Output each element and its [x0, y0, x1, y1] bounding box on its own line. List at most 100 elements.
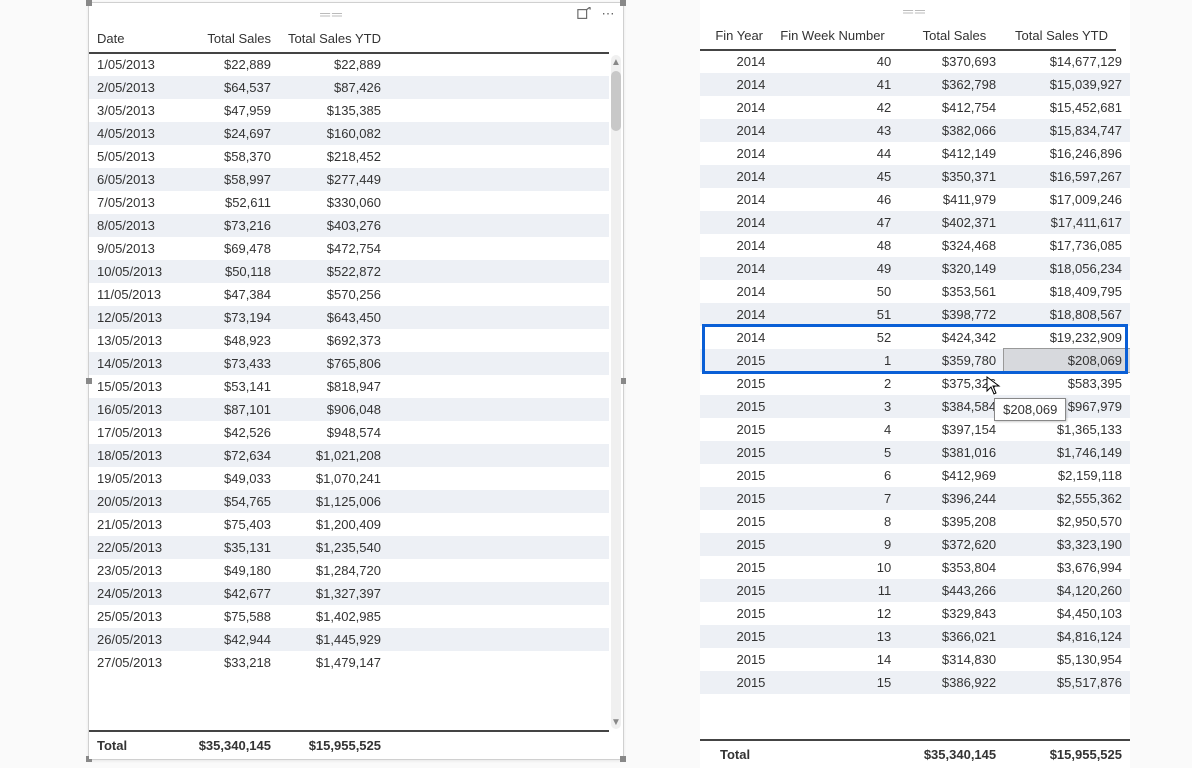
cell-sales[interactable]: $359,780 — [899, 349, 1004, 372]
table-row[interactable]: 2/05/2013$64,537$87,426 — [89, 76, 609, 99]
cell-ytd[interactable]: $17,736,085 — [1004, 234, 1130, 257]
cell-date[interactable]: 13/05/2013 — [89, 329, 179, 352]
cell-fin-year[interactable]: 2015 — [700, 372, 773, 395]
cell-sales[interactable]: $314,830 — [899, 648, 1004, 671]
focus-mode-icon[interactable] — [575, 5, 593, 23]
cell-date[interactable]: 24/05/2013 — [89, 582, 179, 605]
table-row[interactable]: 20156$412,969$2,159,118 — [700, 464, 1130, 487]
cell-fin-year[interactable]: 2015 — [700, 648, 773, 671]
cell-ytd[interactable]: $583,395 — [1004, 372, 1130, 395]
cell-fin-year[interactable]: 2015 — [700, 625, 773, 648]
cell-ytd[interactable]: $87,426 — [279, 76, 389, 99]
cell-fin-week[interactable]: 15 — [773, 671, 899, 694]
cell-sales[interactable]: $52,611 — [179, 191, 279, 214]
cell-date[interactable]: 21/05/2013 — [89, 513, 179, 536]
cell-sales[interactable]: $384,584 — [899, 395, 1004, 418]
cell-fin-year[interactable]: 2014 — [700, 303, 773, 326]
cell-ytd[interactable]: $403,276 — [279, 214, 389, 237]
cell-sales[interactable]: $353,561 — [899, 280, 1004, 303]
cell-sales[interactable]: $73,216 — [179, 214, 279, 237]
cell-fin-year[interactable]: 2015 — [700, 418, 773, 441]
cell-date[interactable]: 19/05/2013 — [89, 467, 179, 490]
cell-sales[interactable]: $386,922 — [899, 671, 1004, 694]
cell-fin-week[interactable]: 46 — [773, 188, 899, 211]
cell-fin-week[interactable]: 13 — [773, 625, 899, 648]
cell-sales[interactable]: $412,969 — [899, 464, 1004, 487]
cell-sales[interactable]: $69,478 — [179, 237, 279, 260]
cell-fin-year[interactable]: 2015 — [700, 533, 773, 556]
cell-date[interactable]: 2/05/2013 — [89, 76, 179, 99]
cell-sales[interactable]: $412,754 — [899, 96, 1004, 119]
table-row[interactable]: 201512$329,843$4,450,103 — [700, 602, 1130, 625]
cell-sales[interactable]: $54,765 — [179, 490, 279, 513]
table-row[interactable]: 201514$314,830$5,130,954 — [700, 648, 1130, 671]
cell-fin-week[interactable]: 10 — [773, 556, 899, 579]
cell-fin-year[interactable]: 2015 — [700, 395, 773, 418]
cell-ytd[interactable]: $277,449 — [279, 168, 389, 191]
cell-sales[interactable]: $42,677 — [179, 582, 279, 605]
cell-date[interactable]: 5/05/2013 — [89, 145, 179, 168]
cell-sales[interactable]: $75,403 — [179, 513, 279, 536]
cell-fin-week[interactable]: 5 — [773, 441, 899, 464]
cell-fin-week[interactable]: 49 — [773, 257, 899, 280]
col-header-fin-week[interactable]: Fin Week Number — [771, 22, 893, 50]
cell-fin-year[interactable]: 2015 — [700, 441, 773, 464]
cell-fin-week[interactable]: 12 — [773, 602, 899, 625]
cell-fin-year[interactable]: 2014 — [700, 73, 773, 96]
cell-fin-year[interactable]: 2014 — [700, 257, 773, 280]
cell-fin-year[interactable]: 2015 — [700, 671, 773, 694]
cell-ytd[interactable]: $17,411,617 — [1004, 211, 1130, 234]
table-row[interactable]: 20155$381,016$1,746,149 — [700, 441, 1130, 464]
cell-ytd[interactable]: $765,806 — [279, 352, 389, 375]
cell-ytd[interactable]: $18,056,234 — [1004, 257, 1130, 280]
table-row[interactable]: 20152$375,326$583,395 — [700, 372, 1130, 395]
cell-ytd[interactable]: $4,120,260 — [1004, 579, 1130, 602]
cell-sales[interactable]: $58,370 — [179, 145, 279, 168]
cell-fin-week[interactable]: 42 — [773, 96, 899, 119]
cell-fin-year[interactable]: 2014 — [700, 234, 773, 257]
cell-ytd[interactable]: $570,256 — [279, 283, 389, 306]
cell-ytd[interactable]: $15,039,927 — [1004, 73, 1130, 96]
table-visual-weekly[interactable]: ══ Fin Year Fin Week Number Total Sales … — [700, 0, 1130, 768]
cell-ytd[interactable]: $1,200,409 — [279, 513, 389, 536]
table-row[interactable]: 20157$396,244$2,555,362 — [700, 487, 1130, 510]
col-header-total-sales-ytd[interactable]: Total Sales YTD — [994, 22, 1116, 50]
cell-fin-week[interactable]: 2 — [773, 372, 899, 395]
table-row[interactable]: 201513$366,021$4,816,124 — [700, 625, 1130, 648]
cell-date[interactable]: 6/05/2013 — [89, 168, 179, 191]
cell-fin-year[interactable]: 2015 — [700, 349, 773, 372]
table-row[interactable]: 201443$382,066$15,834,747 — [700, 119, 1130, 142]
cell-sales[interactable]: $381,016 — [899, 441, 1004, 464]
cell-ytd[interactable]: $1,284,720 — [279, 559, 389, 582]
cell-ytd[interactable]: $948,574 — [279, 421, 389, 444]
table-row[interactable]: 201451$398,772$18,808,567 — [700, 303, 1130, 326]
cell-sales[interactable]: $397,154 — [899, 418, 1004, 441]
cell-sales[interactable]: $329,843 — [899, 602, 1004, 625]
cell-sales[interactable]: $72,634 — [179, 444, 279, 467]
cell-ytd[interactable]: $18,409,795 — [1004, 280, 1130, 303]
cell-date[interactable]: 16/05/2013 — [89, 398, 179, 421]
table-row[interactable]: 201510$353,804$3,676,994 — [700, 556, 1130, 579]
table-row[interactable]: 12/05/2013$73,194$643,450 — [89, 306, 609, 329]
table-row[interactable]: 201445$350,371$16,597,267 — [700, 165, 1130, 188]
table-row[interactable]: 16/05/2013$87,101$906,048 — [89, 398, 609, 421]
table-row[interactable]: 201447$402,371$17,411,617 — [700, 211, 1130, 234]
cell-ytd[interactable]: $14,677,129 — [1004, 50, 1130, 73]
table-row[interactable]: 14/05/2013$73,433$765,806 — [89, 352, 609, 375]
table-row[interactable]: 20158$395,208$2,950,570 — [700, 510, 1130, 533]
col-header-fin-year[interactable]: Fin Year — [700, 22, 771, 50]
table-row[interactable]: 23/05/2013$49,180$1,284,720 — [89, 559, 609, 582]
cell-ytd[interactable]: $5,517,876 — [1004, 671, 1130, 694]
cell-ytd[interactable]: $160,082 — [279, 122, 389, 145]
cell-sales[interactable]: $443,266 — [899, 579, 1004, 602]
cell-sales[interactable]: $324,468 — [899, 234, 1004, 257]
cell-ytd[interactable]: $1,746,149 — [1004, 441, 1130, 464]
drag-grip-icon[interactable]: ══ — [706, 3, 1124, 19]
cell-fin-year[interactable]: 2015 — [700, 510, 773, 533]
cell-fin-week[interactable]: 41 — [773, 73, 899, 96]
cell-fin-week[interactable]: 9 — [773, 533, 899, 556]
cell-fin-year[interactable]: 2014 — [700, 211, 773, 234]
cell-ytd[interactable]: $17,009,246 — [1004, 188, 1130, 211]
cell-ytd[interactable]: $692,373 — [279, 329, 389, 352]
cell-sales[interactable]: $412,149 — [899, 142, 1004, 165]
